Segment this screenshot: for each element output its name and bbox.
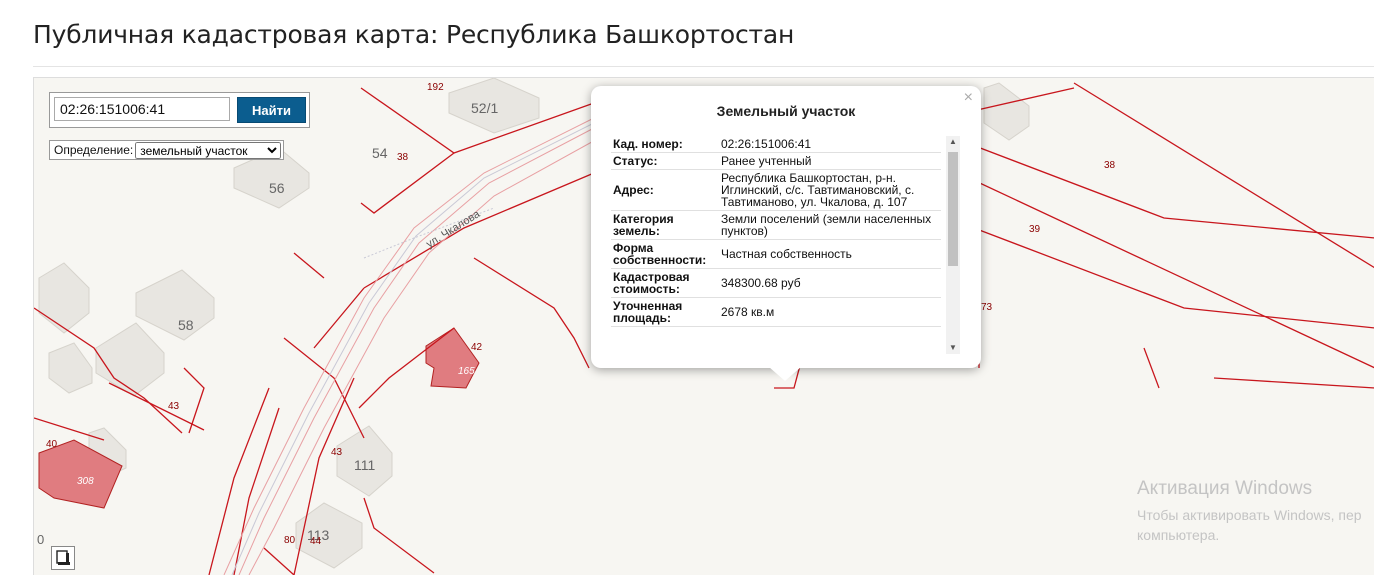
row-key: Кад. номер: [611, 136, 719, 153]
row-key: Адрес: [611, 169, 719, 211]
parcel-label: 38 [397, 152, 409, 163]
parcel-label: 192 [427, 82, 444, 93]
parcel-label: 165 [458, 366, 475, 377]
building [48, 342, 93, 394]
parcel-label: 40 [46, 439, 58, 450]
parcel-label: 44 [310, 536, 322, 547]
parcel-label: 38 [1104, 160, 1116, 171]
windows-activation-watermark: Активация Windows Чтобы активировать Win… [1137, 478, 1374, 545]
parcel-label: 42 [471, 342, 483, 353]
watermark-line: компьютера. [1137, 527, 1220, 543]
building-number: 111 [354, 457, 375, 473]
popup-scrollbar[interactable]: ▲ ▼ [946, 136, 960, 354]
table-row: Категория земель: Земли поселений (земли … [611, 210, 941, 240]
watermark-line: Чтобы активировать Windows, пер [1137, 507, 1362, 523]
row-value: 2678 кв.м [719, 297, 941, 327]
row-value: Земли поселений (земли населенных пункто… [719, 210, 941, 240]
cadastral-number-input[interactable] [54, 97, 230, 121]
row-key: Форма собственности: [611, 239, 719, 269]
search-button[interactable]: Найти [237, 97, 306, 123]
cadastral-map[interactable]: ул. Чкалова 52/1 54 56 58 111 113 192 38… [33, 77, 1374, 575]
building [95, 322, 165, 397]
street-label: ул. Чкалова [424, 208, 483, 251]
table-row: Статус: Ранее учтенный [611, 152, 941, 170]
definition-select[interactable]: земельный участок [135, 141, 282, 159]
layers-button[interactable] [51, 546, 75, 570]
search-panel: Найти [49, 92, 310, 128]
building-number: 54 [372, 145, 388, 161]
building-number: 56 [269, 180, 285, 196]
title-divider [33, 66, 1374, 67]
scroll-down-icon[interactable]: ▼ [946, 342, 960, 354]
definition-panel: Определение: земельный участок [49, 140, 285, 160]
layers-icon [56, 550, 70, 565]
parcel-label: 43 [331, 447, 343, 458]
building [983, 82, 1030, 141]
row-key: Кадастровая стоимость: [611, 268, 719, 298]
parcel-label: 80 [284, 535, 296, 546]
parcel-label: 0 [37, 532, 44, 547]
row-value: Частная собственность [719, 239, 941, 269]
watermark-title: Активация Windows [1137, 478, 1313, 499]
building [135, 269, 215, 341]
building [38, 262, 90, 334]
table-row: Адрес: Республика Башкортостан, р-н. Игли… [611, 169, 941, 211]
scroll-thumb[interactable] [948, 152, 958, 266]
highlighted-parcel-165 [425, 327, 480, 389]
table-row: Форма собственности: Частная собственност… [611, 239, 941, 269]
row-value: 348300.68 руб [719, 268, 941, 298]
parcel-label: 73 [981, 302, 993, 313]
parcel-label: 43 [168, 401, 180, 412]
row-value: Ранее учтенный [719, 152, 941, 170]
popup-title: Земельный участок [716, 103, 856, 119]
popup-pointer [769, 367, 801, 381]
row-value: Республика Башкортостан, р-н. Иглинский,… [719, 169, 941, 211]
row-key: Статус: [611, 152, 719, 170]
parcel-label: 39 [1029, 224, 1041, 235]
row-key: Уточненная площадь: [611, 297, 719, 327]
page-title: Публичная кадастровая карта: Республика … [33, 20, 795, 49]
parcel-label: 308 [77, 476, 94, 487]
scroll-up-icon[interactable]: ▲ [946, 136, 960, 148]
table-row: Уточненная площадь: 2678 кв.м [611, 297, 941, 327]
popup-body: Кад. номер: 02:26:151006:41 Статус: Ранее … [611, 136, 941, 356]
parcel-info-popup: × Земельный участок Кад. номер: 02:26:151… [591, 86, 981, 381]
table-row: Кад. номер: 02:26:151006:41 [611, 136, 941, 153]
row-key: Категория земель: [611, 210, 719, 240]
table-row: Кадастровая стоимость: 348300.68 руб [611, 268, 941, 298]
definition-label: Определение: [54, 143, 134, 157]
building-number: 52/1 [471, 100, 498, 116]
row-value: 02:26:151006:41 [719, 136, 941, 153]
parcel-info-table: Кад. номер: 02:26:151006:41 Статус: Ранее … [611, 136, 941, 327]
building-number: 58 [178, 317, 194, 333]
